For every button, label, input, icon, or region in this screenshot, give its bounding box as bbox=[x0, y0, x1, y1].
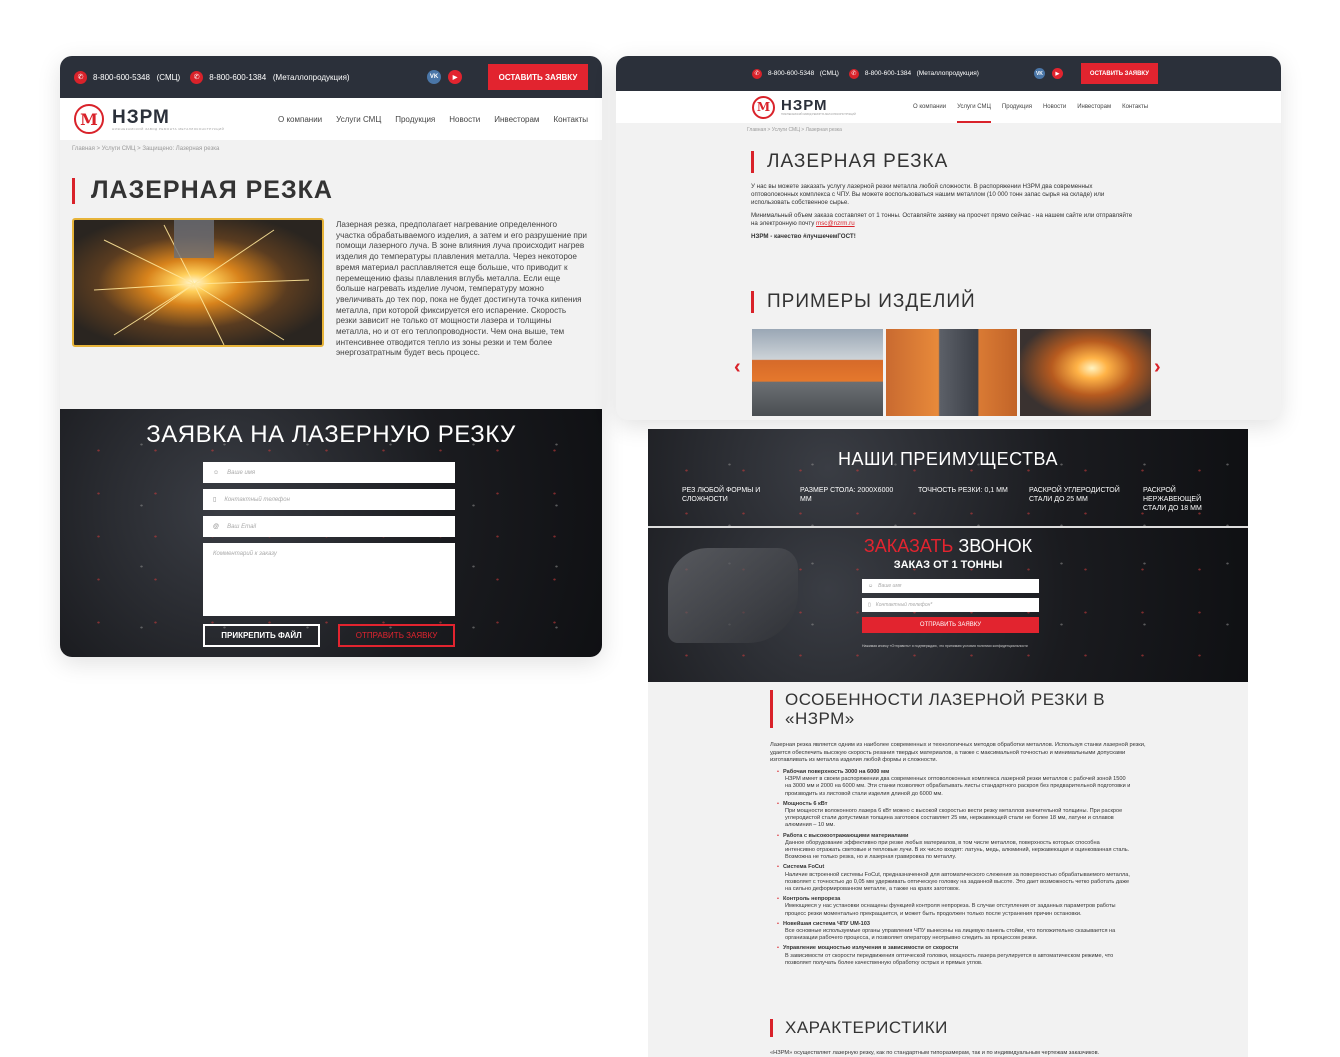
nav-item-contacts[interactable]: Контакты bbox=[1122, 104, 1148, 110]
phone-icon: ✆ bbox=[190, 70, 204, 84]
title-accent-bar bbox=[751, 291, 754, 313]
top-bar: ✆ 8-800-600-5348 (СМЦ) ✆ 8-800-600-1384 (М… bbox=[616, 56, 1281, 91]
email-icon: @ bbox=[213, 523, 220, 530]
callback-name-field[interactable]: ☺ Ваше имя bbox=[862, 579, 1039, 593]
nav-item-services[interactable]: Услуги СМЦ bbox=[957, 91, 991, 123]
top-bar: ✆ 8-800-600-5348 (СМЦ) ✆ 8-800-600-1384 (М… bbox=[60, 56, 602, 98]
features-list: • Рабочая поверхность 3000 на 6000 мм НЗРМ… bbox=[777, 769, 1131, 970]
phone-icon: ✆ bbox=[848, 68, 859, 79]
features-section: ОСОБЕННОСТИ ЛАЗЕРНОЙ РЕЗКИ В «НЗРМ» Лазе… bbox=[648, 682, 1248, 1057]
specs-title: ХАРАКТЕРИСТИКИ bbox=[770, 1018, 948, 1038]
advantage-item: РАСКРОЙ УГЛЕРОДИСТОЙ СТАЛИ ДО 25 ММ bbox=[1029, 487, 1120, 503]
privacy-consent[interactable]: Нажимая кнопку «Отправить» я подтверждаю… bbox=[862, 644, 1052, 648]
page-title: ЛАЗЕРНАЯ РЕЗКА bbox=[72, 176, 333, 205]
nav-item-contacts[interactable]: Контакты bbox=[553, 115, 588, 124]
sparks-graphic bbox=[93, 220, 310, 345]
callback-phone-field[interactable]: ▯ Контактный телефон* bbox=[862, 598, 1039, 612]
vk-icon[interactable]: VK bbox=[1033, 68, 1045, 79]
advantage-item: РАСКРОЙ НЕРЖАВЕЮЩЕЙ СТАЛИ ДО 18 ММ bbox=[1143, 487, 1202, 512]
callback-submit-button[interactable]: ОТПРАВИТЬ ЗАЯВКУ bbox=[862, 617, 1039, 633]
list-item: • Новейшая система ЧПУ UM-103 Все основные… bbox=[777, 920, 1116, 942]
phone-icon: ✆ bbox=[752, 68, 762, 79]
callback-section: ЗАКАЗАТЬ ЗВОНОК ЗАКАЗ ОТ 1 ТОННЫ ☺ Ваше и… bbox=[648, 528, 1248, 682]
attach-file-button[interactable]: ПРИКРЕПИТЬ ФАЙЛ bbox=[203, 624, 320, 647]
user-icon: ☺ bbox=[213, 469, 220, 476]
list-item: • Мощность 6 кВт При мощности волоконного … bbox=[777, 800, 1123, 829]
nav-item-about[interactable]: О компании bbox=[913, 104, 946, 110]
phone-field[interactable]: ▯ Контактный телефон bbox=[203, 489, 455, 510]
nav-item-news[interactable]: Новости bbox=[449, 115, 480, 124]
title-accent-bar bbox=[72, 177, 75, 204]
comment-field[interactable]: Комментарий к заказу bbox=[203, 543, 455, 616]
laser-description: Лазерная резка, предполагает нагревание … bbox=[336, 220, 587, 358]
callback-title: ЗАКАЗАТЬ ЗВОНОК bbox=[863, 536, 1033, 556]
examples-title: ПРИМЕРЫ ИЗДЕЛИЙ bbox=[751, 291, 976, 313]
title-accent-bar bbox=[770, 1019, 773, 1037]
page-title: ЛАЗЕРНАЯ РЕЗКА bbox=[751, 151, 948, 173]
main-nav-row: М НЗРМ НИЖНЕКАМСКИЙ ЗАВОД РЕМОНТА МЕТАЛЛ… bbox=[616, 91, 1281, 123]
logo-mark-icon: М bbox=[752, 95, 775, 119]
left-page-card: ✆ 8-800-600-5348 (СМЦ) ✆ 8-800-600-1384 (М… bbox=[60, 56, 602, 657]
leave-request-button[interactable]: ОСТАВИТЬ ЗАЯВКУ bbox=[1080, 63, 1158, 84]
leave-request-button[interactable]: ОСТАВИТЬ ЗАЯВКУ bbox=[488, 64, 588, 90]
logo[interactable]: М НЗРМ НИЖНЕКАМСКИЙ ЗАВОД РЕМОНТА МЕТАЛЛ… bbox=[752, 95, 856, 119]
youtube-icon[interactable]: ▶ bbox=[1051, 68, 1063, 79]
breadcrumb[interactable]: Главная > Услуги СМЦ > Защищено: Лазерна… bbox=[72, 146, 219, 152]
phone-icon: ▯ bbox=[213, 497, 217, 503]
nav-item-services[interactable]: Услуги СМЦ bbox=[336, 115, 381, 124]
right-page-card: ✆ 8-800-600-5348 (СМЦ) ✆ 8-800-600-1384 (М… bbox=[616, 56, 1281, 420]
advantages-title: НАШИ ПРЕИМУЩЕСТВА bbox=[838, 449, 1058, 469]
advantage-item: РАЗМЕР СТОЛА: 2000Х6000 ММ bbox=[800, 487, 894, 503]
specs-intro: «НЗРМ» осуществляет лазерную резку, как … bbox=[770, 1050, 1100, 1056]
email-field[interactable]: @ Ваш Email bbox=[203, 516, 455, 537]
list-item: • Контроль непрореза Имеющиеся у нас устан… bbox=[777, 896, 1116, 917]
phone-smc[interactable]: ✆ 8-800-600-5348 (СМЦ) bbox=[74, 70, 180, 84]
carousel-image-sparks[interactable] bbox=[1020, 329, 1151, 416]
logo-mark-icon: М bbox=[74, 104, 104, 134]
main-nav: О компании Услуги СМЦ Продукция Новости … bbox=[913, 91, 1148, 123]
email-link[interactable]: msc@nzrm.ru bbox=[816, 220, 855, 227]
phone-icon: ▯ bbox=[868, 602, 871, 608]
main-nav-row: М НЗРМ НИЖНЕКАМСКИЙ ЗАВОД РЕМОНТА МЕТАЛЛ… bbox=[60, 98, 602, 140]
phone-metal[interactable]: ✆ 8-800-600-1384 (Металлопродукция) bbox=[190, 70, 350, 84]
phone-smc[interactable]: ✆ 8-800-600-5348 (СМЦ) bbox=[752, 68, 839, 79]
request-form-section: ЗАЯВКА НА ЛАЗЕРНУЮ РЕЗКУ ☺ Ваше имя ▯ Конт… bbox=[60, 409, 602, 657]
title-accent-bar bbox=[770, 690, 773, 728]
nav-item-about[interactable]: О компании bbox=[278, 115, 322, 124]
nav-item-investors[interactable]: Инвесторам bbox=[1077, 104, 1111, 110]
vk-icon[interactable]: VK bbox=[427, 70, 441, 84]
nav-item-news[interactable]: Новости bbox=[1043, 104, 1066, 110]
user-icon: ☺ bbox=[868, 583, 874, 589]
main-nav: О компании Услуги СМЦ Продукция Новости … bbox=[278, 115, 588, 124]
advantages-section: НАШИ ПРЕИМУЩЕСТВА РЕЗ ЛЮБОЙ ФОРМЫ И СЛОЖ… bbox=[648, 429, 1248, 526]
list-item: • Управление мощностью излучения в зависи… bbox=[777, 945, 1114, 966]
advantage-item: ТОЧНОСТЬ РЕЗКИ: 0,1 ММ bbox=[918, 487, 1008, 494]
intro-text: У нас вы можете заказать услугу лазерной… bbox=[751, 183, 1133, 240]
title-accent-bar bbox=[751, 151, 754, 173]
features-intro: Лазерная резка является одним из наиболе… bbox=[770, 742, 1146, 763]
phone-metal[interactable]: ✆ 8-800-600-1384 (Металлопродукция) bbox=[848, 68, 979, 79]
nav-item-investors[interactable]: Инвесторам bbox=[494, 115, 539, 124]
breadcrumb[interactable]: Главная > Услуги СМЦ > Лазерная резка bbox=[747, 127, 842, 133]
list-item: • Работа с высокоотражающими материалами Д… bbox=[777, 832, 1130, 861]
request-form-title: ЗАЯВКА НА ЛАЗЕРНУЮ РЕЗКУ bbox=[146, 421, 516, 448]
name-field[interactable]: ☺ Ваше имя bbox=[203, 462, 455, 483]
list-item: • Система FoCut Наличие встроенной системы… bbox=[777, 864, 1130, 893]
features-title: ОСОБЕННОСТИ ЛАЗЕРНОЙ РЕЗКИ В «НЗРМ» bbox=[770, 690, 1135, 728]
logo[interactable]: М НЗРМ НИЖНЕКАМСКИЙ ЗАВОД РЕМОНТА МЕТАЛЛ… bbox=[74, 104, 224, 134]
carousel-next-button[interactable]: › bbox=[1154, 356, 1161, 379]
carousel-prev-button[interactable]: ‹ bbox=[734, 356, 741, 379]
laser-photo bbox=[72, 218, 324, 347]
advantage-item: РЕЗ ЛЮБОЙ ФОРМЫ И СЛОЖНОСТИ bbox=[682, 487, 761, 503]
youtube-icon[interactable]: ▶ bbox=[448, 70, 462, 84]
carousel-image-operator[interactable] bbox=[886, 329, 1017, 416]
submit-request-button[interactable]: ОТПРАВИТЬ ЗАЯВКУ bbox=[338, 624, 455, 647]
list-item: • Рабочая поверхность 3000 на 6000 мм НЗРМ… bbox=[777, 769, 1131, 797]
phone-icon: ✆ bbox=[74, 70, 87, 84]
callback-subtitle: ЗАКАЗ ОТ 1 ТОННЫ bbox=[893, 559, 1003, 571]
nav-item-products[interactable]: Продукция bbox=[395, 115, 435, 124]
nav-item-products[interactable]: Продукция bbox=[1002, 104, 1032, 110]
carousel-image-workshop[interactable] bbox=[752, 329, 883, 416]
